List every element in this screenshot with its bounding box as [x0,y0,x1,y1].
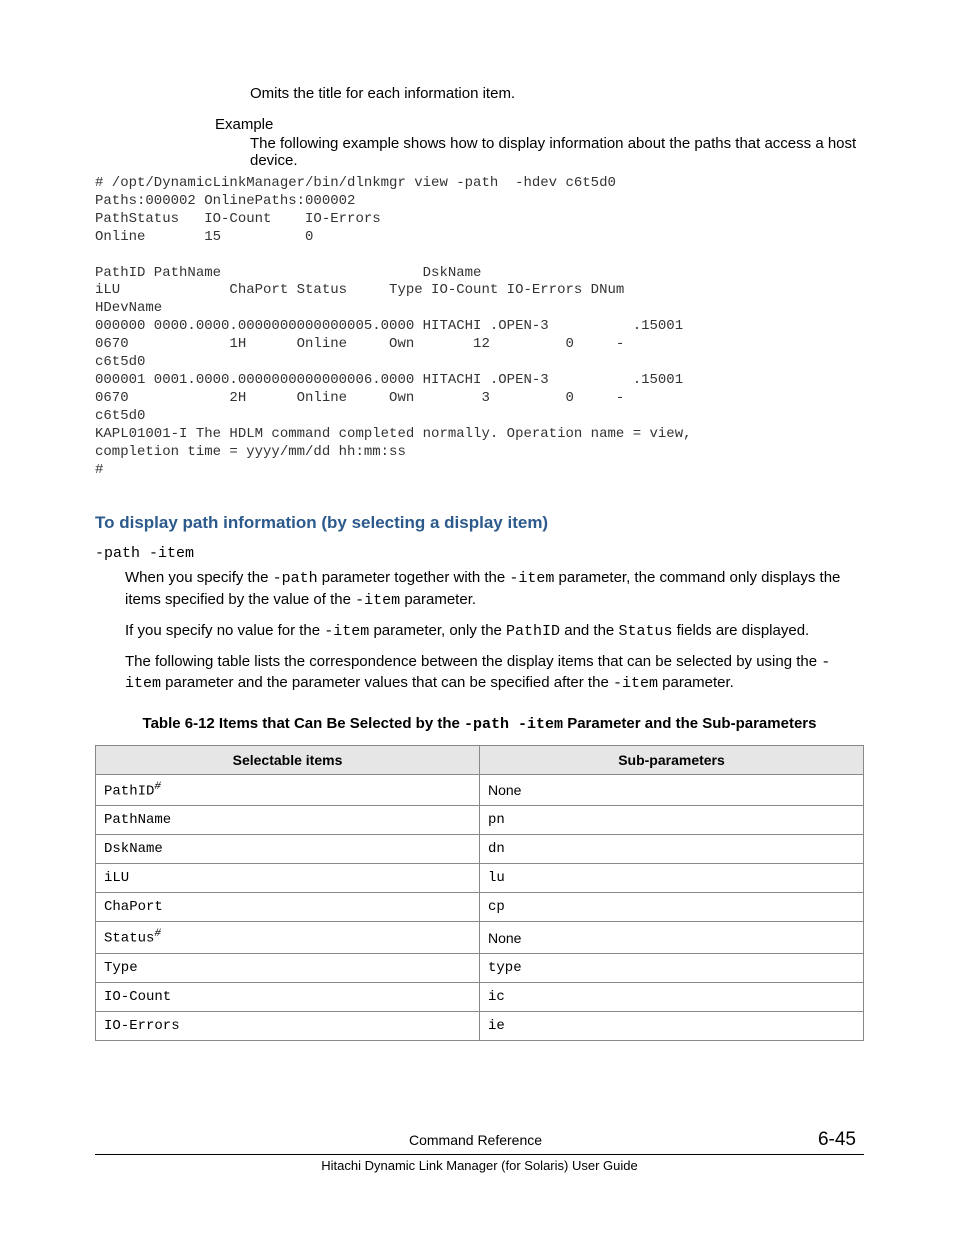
text: parameter. [658,674,734,691]
example-body: The following example shows how to displ… [250,135,864,169]
col-header-sub: Sub-parameters [480,745,864,774]
code-inline: -item [509,570,554,587]
table-row: Status#None [96,922,864,954]
col-header-items: Selectable items [96,745,480,774]
selectable-item-cell: ChaPort [96,893,480,922]
sub-parameter-cell: ic [480,982,864,1011]
paragraph-3: The following table lists the correspond… [125,652,864,695]
sub-parameter-cell: lu [480,864,864,893]
footer-book-title: Hitachi Dynamic Link Manager (for Solari… [95,1158,864,1173]
code-inline: Status [618,623,672,640]
code-inline: -item [355,592,400,609]
code-inline: PathID [506,623,560,640]
selectable-item-cell: PathName [96,806,480,835]
text: When you specify the [125,569,273,586]
code-inline: -path [273,570,318,587]
omit-line: Omits the title for each information ite… [250,85,864,102]
table-caption: Table 6-12 Items that Can Be Selected by… [135,713,824,735]
text: If you specify no value for the [125,622,324,639]
table-row: PathID#None [96,774,864,806]
sub-parameter-cell: ie [480,1011,864,1040]
page-number: 6-45 [786,1129,864,1151]
footer-section-title: Command Reference [165,1132,786,1148]
code-inline: -item [324,623,369,640]
text: parameter, only the [369,622,506,639]
text: parameter together with the [318,569,510,586]
sub-parameter-cell: type [480,953,864,982]
param-line: -path -item [95,545,864,562]
code-inline: -item [613,675,658,692]
table-row: DskNamedn [96,835,864,864]
param-table: Selectable items Sub-parameters PathID#N… [95,745,864,1041]
text: The following table lists the correspond… [125,653,821,670]
selectable-item-cell: DskName [96,835,480,864]
selectable-item-cell: Type [96,953,480,982]
caption-code: -path -item [464,716,563,733]
sub-parameter-cell: cp [480,893,864,922]
sub-parameter-cell: pn [480,806,864,835]
example-label: Example [215,116,864,133]
hash-superscript: # [154,781,161,793]
selectable-item-cell: iLU [96,864,480,893]
table-row: ChaPortcp [96,893,864,922]
paragraph-2: If you specify no value for the -item pa… [125,621,864,642]
sub-parameter-cell: None [480,774,864,806]
page-content: Omits the title for each information ite… [0,0,954,1041]
sub-parameter-cell: None [480,922,864,954]
selectable-item-cell: IO-Count [96,982,480,1011]
page-footer: Command Reference 6-45 Hitachi Dynamic L… [95,1129,864,1173]
terminal-output: # /opt/DynamicLinkManager/bin/dlnkmgr vi… [95,175,864,479]
text: fields are displayed. [672,622,809,639]
sub-parameter-cell: dn [480,835,864,864]
table-row: IO-Countic [96,982,864,1011]
hash-superscript: # [154,928,161,940]
paragraph-1: When you specify the -path parameter tog… [125,568,864,611]
text: parameter. [400,591,476,608]
section-heading: To display path information (by selectin… [95,513,864,533]
caption-text: Parameter and the Sub-parameters [563,715,816,732]
selectable-item-cell: IO-Errors [96,1011,480,1040]
selectable-item-cell: PathID# [96,774,480,806]
text: and the [560,622,618,639]
table-row: iLUlu [96,864,864,893]
table-row: IO-Errorsie [96,1011,864,1040]
selectable-item-cell: Status# [96,922,480,954]
table-header-row: Selectable items Sub-parameters [96,745,864,774]
table-row: PathNamepn [96,806,864,835]
caption-text: Table 6-12 Items that Can Be Selected by… [143,715,465,732]
table-row: Typetype [96,953,864,982]
text: parameter and the parameter values that … [161,674,613,691]
